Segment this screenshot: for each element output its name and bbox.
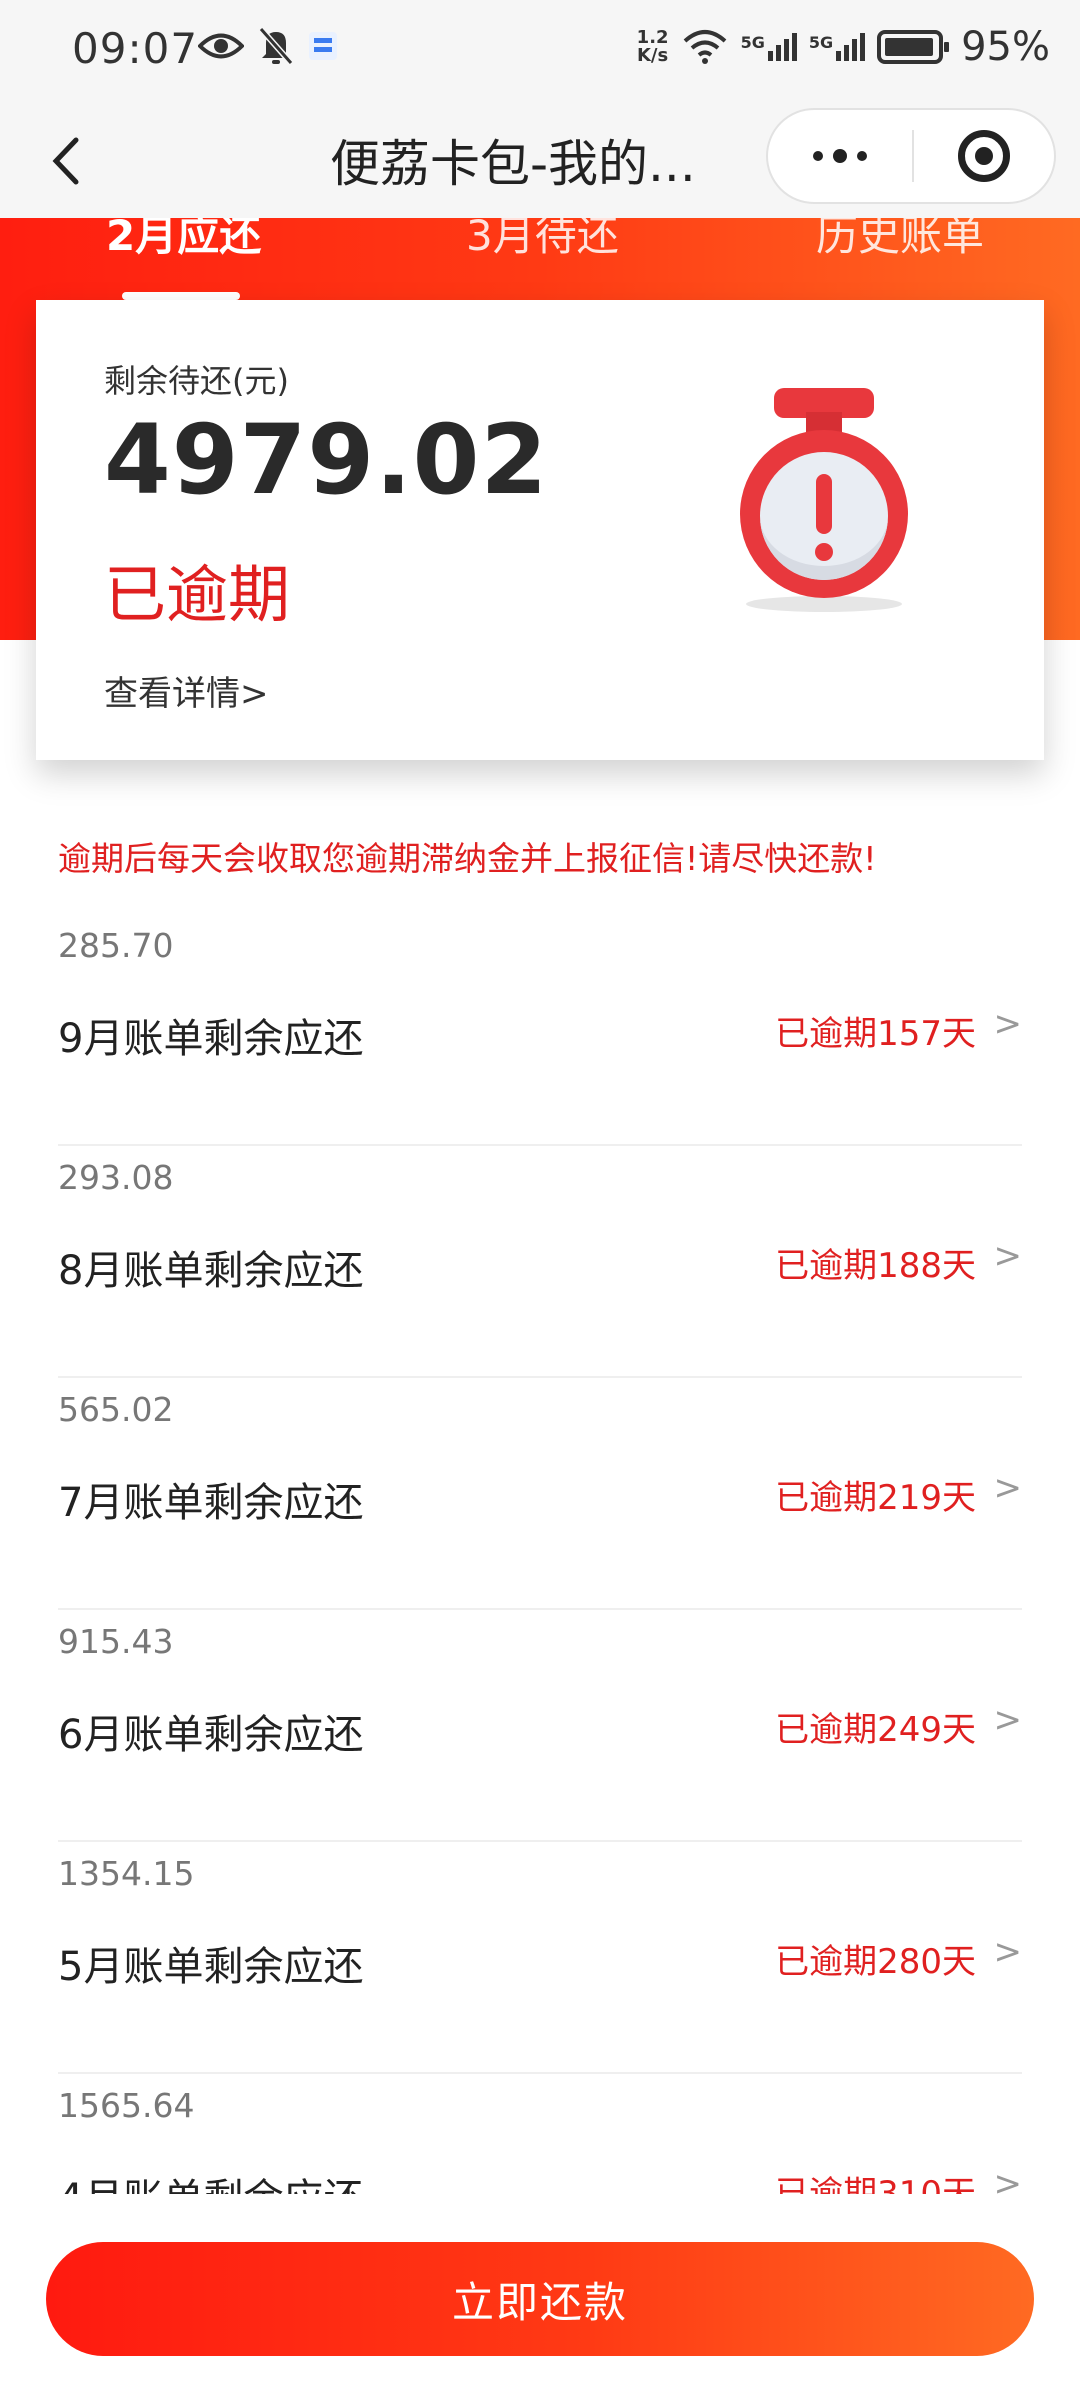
pay-now-button[interactable]: 立即还款 [46, 2242, 1034, 2356]
signal-icon: 5G [741, 33, 797, 61]
back-button[interactable] [36, 126, 96, 196]
bill-title: 4月账单剩余应还 [58, 2166, 363, 2194]
bill-row[interactable]: 293.08 8月账单剩余应还 已逾期188天 > [58, 1146, 1022, 1378]
bill-row[interactable]: 285.70 9月账单剩余应还 已逾期157天 > [58, 914, 1022, 1146]
bill-title: 7月账单剩余应还 [58, 1480, 364, 1526]
bill-overdue-days: 已逾期219天 [775, 1478, 976, 1518]
bill-amount: 293.08 [58, 1158, 174, 1197]
bill-row[interactable]: 1354.15 5月账单剩余应还 已逾期280天 > [58, 1842, 1022, 2074]
bill-overdue-days: 已逾期157天 [775, 1014, 976, 1054]
close-mini-program-button[interactable] [914, 110, 1054, 202]
bill-overdue-days: 已逾期310天 [775, 2174, 976, 2194]
active-tab-indicator [122, 292, 240, 300]
battery-icon [877, 30, 950, 64]
bill-amount: 1354.15 [58, 1854, 195, 1893]
bill-title: 8月账单剩余应还 [58, 1248, 364, 1294]
bill-amount: 915.43 [58, 1622, 174, 1661]
view-details-link[interactable]: 查看详情> [104, 666, 269, 715]
mini-program-capsule [766, 108, 1056, 204]
more-dot-icon [833, 149, 847, 163]
status-left-icons [198, 26, 338, 66]
battery-percent: 95% [961, 24, 1050, 70]
remaining-label: 剩余待还(元) [104, 362, 289, 400]
chevron-right-icon: > [993, 1932, 1023, 1972]
status-right: 1.2 K/s 5G 5G 95% [637, 24, 1050, 70]
bill-title: 5月账单剩余应还 [58, 1944, 364, 1990]
target-icon [958, 130, 1010, 182]
chevron-right-icon: > [993, 1004, 1023, 1044]
bill-overdue-days: 已逾期249天 [775, 1710, 976, 1750]
tab-mar-pending[interactable]: 3月待还 [466, 218, 619, 263]
signal-icon: 5G [808, 33, 866, 61]
bill-overdue-days: 已逾期188天 [775, 1246, 976, 1286]
page-title: 便荔卡包-我的... [330, 135, 696, 193]
overdue-warning: 逾期后每天会收取您逾期滞纳金并上报征信!请尽快还款! [58, 839, 877, 878]
status-bar: 09:07 1.2 K/s 5G 5G 95% [0, 0, 1080, 104]
app-notification-icon [309, 32, 337, 60]
more-dot-icon [813, 151, 823, 161]
chevron-right-icon: > [993, 1236, 1023, 1276]
summary-card: 剩余待还(元) 4979.02 已逾期 查看详情> [36, 300, 1044, 760]
bill-amount: 285.70 [58, 926, 174, 965]
chevron-right-icon: > [993, 1468, 1023, 1508]
more-dot-icon [857, 151, 867, 161]
remaining-amount: 4979.02 [104, 404, 549, 516]
bill-title: 9月账单剩余应还 [58, 1016, 364, 1062]
tab-bar: 2月应还 3月待还 历史账单 [0, 218, 1080, 300]
tab-history-bills[interactable]: 历史账单 [816, 218, 984, 263]
eye-icon [198, 33, 244, 59]
bill-amount: 565.02 [58, 1390, 174, 1429]
nav-bar: 便荔卡包-我的... [0, 104, 1080, 218]
signal-2-label: 5G [808, 33, 834, 52]
bill-title: 6月账单剩余应还 [58, 1712, 364, 1758]
bill-list: 285.70 9月账单剩余应还 已逾期157天 > 293.08 8月账单剩余应… [58, 914, 1022, 2194]
status-time: 09:07 [72, 24, 199, 73]
more-button[interactable] [768, 110, 912, 202]
chevron-right-icon: > [993, 2164, 1023, 2194]
network-speed-unit: K/s [636, 45, 669, 66]
bell-muted-icon [258, 27, 294, 65]
bottom-action-bar: 立即还款 [0, 2194, 1080, 2400]
overdue-status: 已逾期 [104, 558, 291, 631]
signal-1-label: 5G [740, 33, 765, 52]
bill-row[interactable]: 1565.64 4月账单剩余应还 已逾期310天 > [58, 2074, 1022, 2194]
bill-row[interactable]: 915.43 6月账单剩余应还 已逾期249天 > [58, 1610, 1022, 1842]
chevron-right-icon: > [993, 1700, 1023, 1740]
chevron-left-icon [52, 137, 79, 185]
overdue-clock-icon [724, 382, 924, 622]
bill-amount: 1565.64 [58, 2086, 195, 2125]
network-speed: 1.2 K/s [637, 29, 669, 65]
bill-overdue-days: 已逾期280天 [775, 1942, 976, 1982]
wifi-icon [683, 30, 726, 64]
bill-row[interactable]: 565.02 7月账单剩余应还 已逾期219天 > [58, 1378, 1022, 1610]
tab-feb-due[interactable]: 2月应还 [106, 218, 261, 263]
